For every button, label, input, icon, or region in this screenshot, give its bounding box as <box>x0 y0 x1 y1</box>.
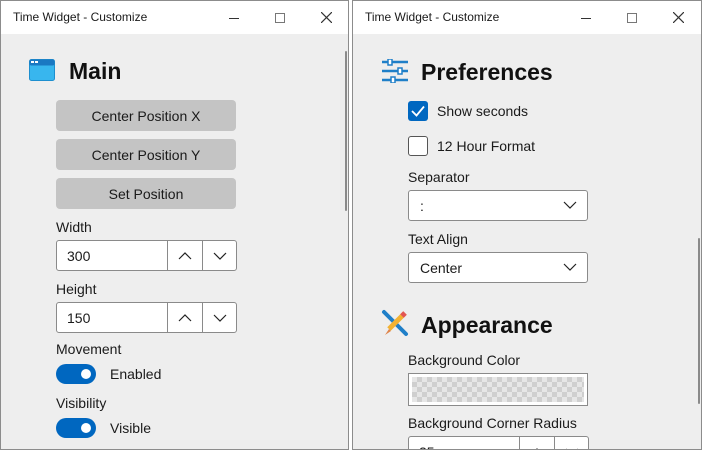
center-position-y-button[interactable]: Center Position Y <box>56 139 236 170</box>
chevron-down-icon <box>563 263 577 271</box>
scrollbar[interactable] <box>698 238 700 404</box>
width-increment-button[interactable] <box>167 241 202 270</box>
transparency-pattern <box>412 377 584 402</box>
height-value[interactable]: 150 <box>67 310 90 326</box>
visibility-label: Visibility <box>56 395 107 411</box>
text-align-value: Center <box>420 260 463 276</box>
movement-label: Movement <box>56 341 122 357</box>
section-title-preferences: Preferences <box>421 59 553 85</box>
minimize-button[interactable] <box>563 1 609 34</box>
corner-radius-decrement-button[interactable] <box>554 437 589 449</box>
maximize-button[interactable] <box>609 1 655 34</box>
section-title-main: Main <box>69 58 122 84</box>
customize-window-preferences: Time Widget - Customize Preferences Show… <box>352 0 702 450</box>
text-align-label: Text Align <box>408 231 468 247</box>
chevron-down-icon <box>213 314 227 322</box>
close-icon <box>672 12 684 23</box>
minimize-icon <box>229 17 239 19</box>
background-color-swatch[interactable] <box>408 373 588 406</box>
chevron-up-icon <box>178 251 192 259</box>
close-icon <box>320 12 332 23</box>
maximize-button[interactable] <box>257 1 303 34</box>
minimize-button[interactable] <box>211 1 257 34</box>
separator-dropdown[interactable]: : <box>408 190 588 221</box>
corner-radius-number-box[interactable]: 25 <box>408 436 589 449</box>
show-seconds-label: Show seconds <box>437 103 529 119</box>
toggle-knob <box>81 369 91 379</box>
maximize-icon <box>627 12 637 23</box>
separator-label: Separator <box>408 169 470 185</box>
set-position-button[interactable]: Set Position <box>56 178 236 209</box>
center-position-x-button[interactable]: Center Position X <box>56 100 236 131</box>
window-icon <box>29 59 55 81</box>
12-hour-format-label: 12 Hour Format <box>437 138 536 154</box>
window-title: Time Widget - Customize <box>13 10 148 24</box>
customize-window-main: Time Widget - Customize Main Center Posi… <box>0 0 349 450</box>
chevron-down-icon <box>213 252 227 260</box>
corner-radius-increment-button[interactable] <box>519 437 554 449</box>
movement-toggle[interactable] <box>56 364 96 384</box>
sliders-icon <box>382 59 408 83</box>
width-label: Width <box>56 219 92 235</box>
visibility-toggle[interactable] <box>56 418 96 438</box>
height-number-box[interactable]: 150 <box>56 302 237 333</box>
corner-radius-value[interactable]: 25 <box>419 444 435 449</box>
window-title: Time Widget - Customize <box>365 10 500 24</box>
maximize-icon <box>275 12 285 23</box>
12-hour-format-checkbox[interactable] <box>408 136 428 156</box>
movement-state: Enabled <box>110 366 162 382</box>
toggle-knob <box>81 423 91 433</box>
visibility-state: Visible <box>110 420 151 436</box>
close-button[interactable] <box>303 1 348 34</box>
chevron-down-icon <box>563 201 577 209</box>
width-number-box[interactable]: 300 <box>56 240 237 271</box>
text-align-dropdown[interactable]: Center <box>408 252 588 283</box>
scrollbar[interactable] <box>345 51 347 211</box>
minimize-icon <box>581 17 591 19</box>
width-decrement-button[interactable] <box>202 241 237 270</box>
show-seconds-checkbox[interactable] <box>408 101 428 121</box>
close-button[interactable] <box>655 1 701 34</box>
corner-radius-label: Background Corner Radius <box>408 415 577 431</box>
paint-tools-icon <box>382 310 408 336</box>
chevron-up-icon <box>178 313 192 321</box>
section-title-appearance: Appearance <box>421 312 553 338</box>
title-bar[interactable]: Time Widget - Customize <box>1 1 348 34</box>
separator-value: : <box>420 198 424 214</box>
checkmark-icon <box>411 105 425 117</box>
height-decrement-button[interactable] <box>202 303 237 332</box>
title-bar[interactable]: Time Widget - Customize <box>353 1 701 34</box>
height-increment-button[interactable] <box>167 303 202 332</box>
background-color-label: Background Color <box>408 352 521 368</box>
height-label: Height <box>56 281 97 297</box>
width-value[interactable]: 300 <box>67 248 90 264</box>
